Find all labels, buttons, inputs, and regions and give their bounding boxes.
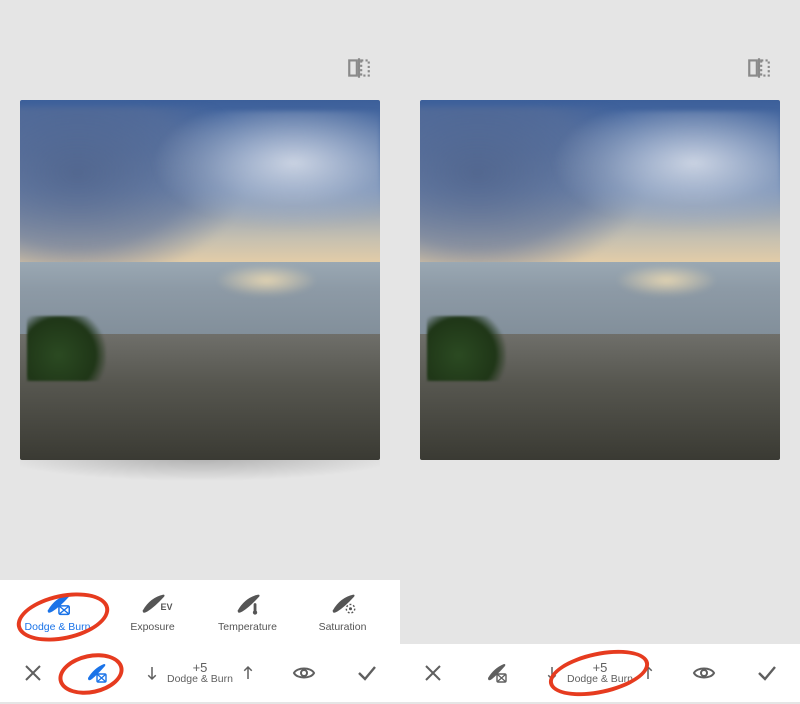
editor-pane-right: +5 Dodge & Burn — [400, 0, 800, 702]
stepper-label: Dodge & Burn — [567, 674, 633, 685]
photo-canvas[interactable] — [20, 100, 380, 460]
brush-mode-button[interactable] — [481, 658, 511, 688]
compare-button[interactable] — [746, 55, 772, 81]
action-bar: +5 Dodge & Burn — [400, 644, 800, 702]
cancel-button[interactable] — [18, 658, 48, 688]
tool-exposure[interactable]: EV Exposure — [113, 591, 193, 633]
stepper-value: +5 — [593, 661, 608, 675]
top-bar — [400, 0, 800, 100]
apply-button[interactable] — [752, 658, 782, 688]
tool-label: Dodge & Burn — [25, 621, 91, 633]
brush-icon — [328, 591, 358, 617]
arrow-down-icon[interactable] — [543, 664, 561, 682]
stepper-value: +5 — [193, 661, 208, 675]
preview-button[interactable] — [289, 658, 319, 688]
preview-button[interactable] — [689, 658, 719, 688]
tool-temperature[interactable]: Temperature — [208, 591, 288, 633]
brush-icon: EV — [138, 591, 168, 617]
top-bar — [0, 0, 400, 100]
brush-mode-button[interactable] — [81, 658, 111, 688]
canvas-area[interactable] — [0, 100, 400, 460]
strength-stepper[interactable]: +5 Dodge & Burn — [143, 661, 257, 686]
tool-dodge-burn[interactable]: Dodge & Burn — [18, 591, 98, 633]
tool-label: Exposure — [130, 621, 174, 633]
compare-button[interactable] — [346, 55, 372, 81]
arrow-up-icon[interactable] — [639, 664, 657, 682]
brush-icon — [233, 591, 263, 617]
stepper-label: Dodge & Burn — [167, 674, 233, 685]
canvas-area[interactable] — [400, 100, 800, 460]
strength-stepper[interactable]: +5 Dodge & Burn — [543, 661, 657, 686]
action-bar: +5 Dodge & Burn — [0, 644, 400, 702]
tool-label: Temperature — [218, 621, 277, 633]
apply-button[interactable] — [352, 658, 382, 688]
stepper-display: +5 Dodge & Burn — [167, 661, 233, 686]
editor-pane-left: Dodge & Burn EV Exposure Temperature — [0, 0, 400, 702]
cancel-button[interactable] — [418, 658, 448, 688]
tool-label: Saturation — [319, 621, 367, 633]
arrow-down-icon[interactable] — [143, 664, 161, 682]
tool-saturation[interactable]: Saturation — [303, 591, 383, 633]
arrow-up-icon[interactable] — [239, 664, 257, 682]
brush-icon — [43, 591, 73, 617]
photo-canvas[interactable] — [420, 100, 780, 460]
canvas-shadow — [20, 460, 380, 500]
stepper-display: +5 Dodge & Burn — [567, 661, 633, 686]
tool-sub: EV — [160, 602, 172, 612]
brush-tool-row: Dodge & Burn EV Exposure Temperature — [0, 580, 400, 644]
